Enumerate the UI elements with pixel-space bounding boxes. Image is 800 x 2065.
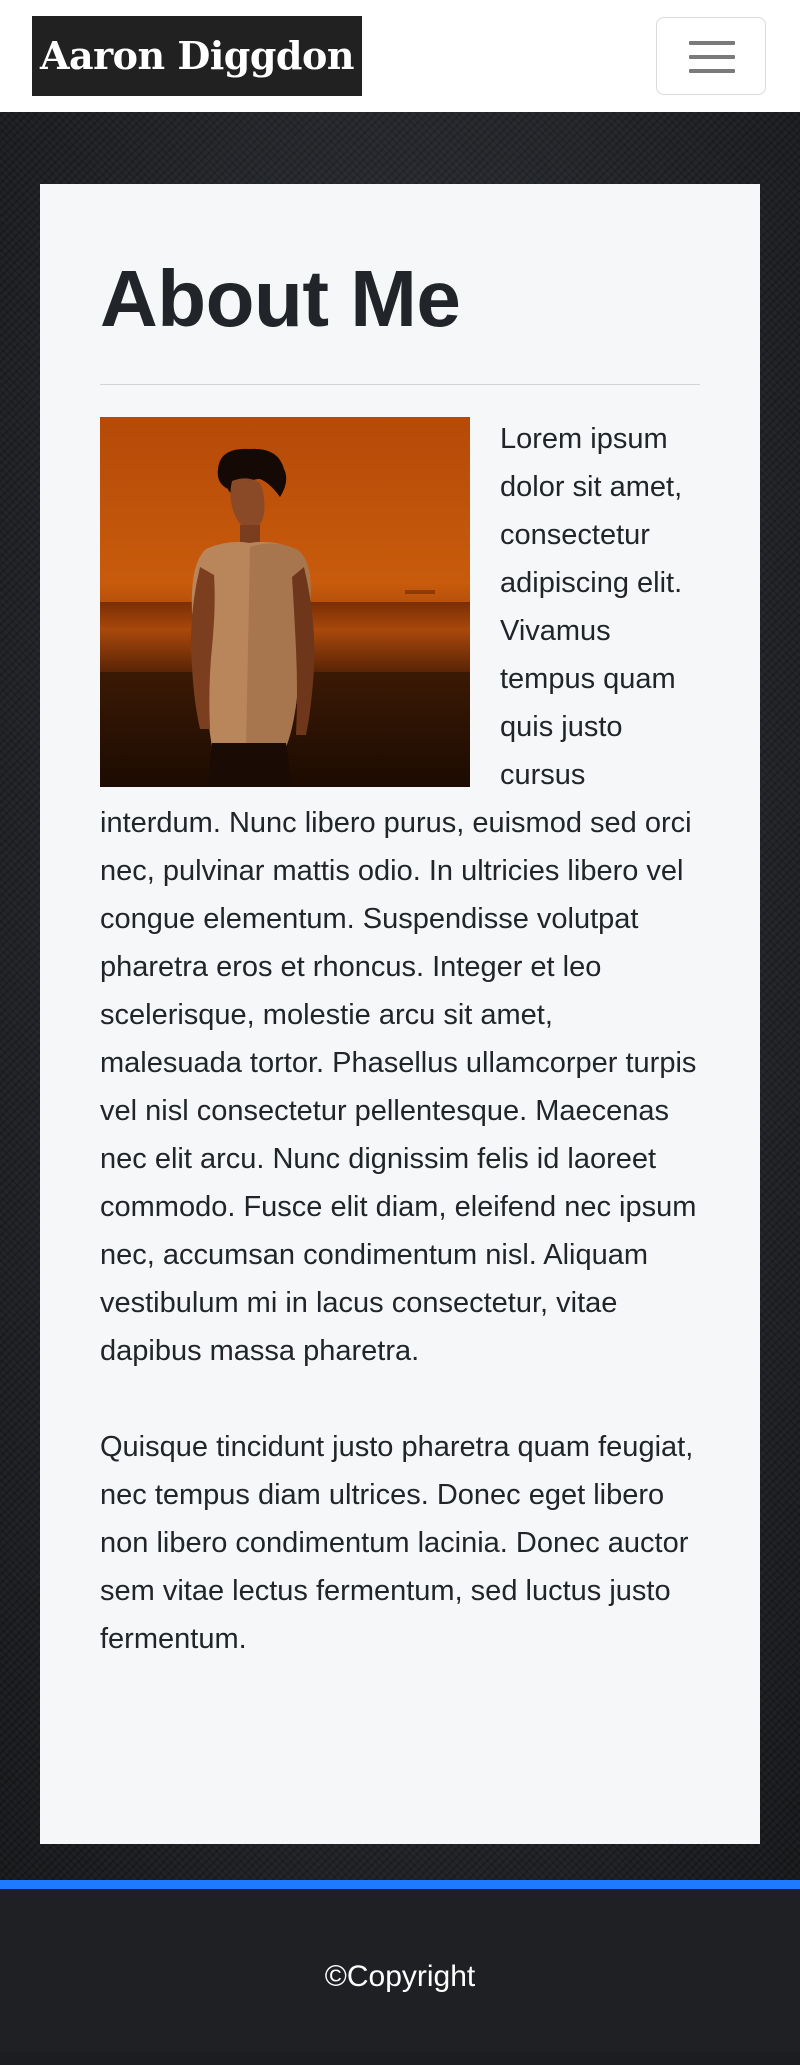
menu-toggle-button[interactable] [656, 17, 766, 95]
portrait-photo [100, 417, 470, 787]
page-title: About Me [100, 254, 461, 343]
brand-logo[interactable]: Aaron Diggdon [32, 16, 362, 96]
hero-background: About Me Lorem ipsum dolor sit amet, con… [0, 112, 800, 1880]
copyright-text: ©Copyright [324, 1960, 476, 1993]
footer: ©Copyright [0, 1889, 800, 2052]
about-card: About Me Lorem ipsum dolor sit amet, con… [40, 184, 760, 1844]
footer-accent-line [0, 1880, 800, 1889]
about-content: Lorem ipsum dolor sit amet, consectetur … [100, 415, 700, 1663]
navbar: Aaron Diggdon [0, 0, 800, 112]
title-divider [100, 384, 700, 385]
about-paragraph-2: Quisque tincidunt justo pharetra quam fe… [100, 1431, 694, 1655]
